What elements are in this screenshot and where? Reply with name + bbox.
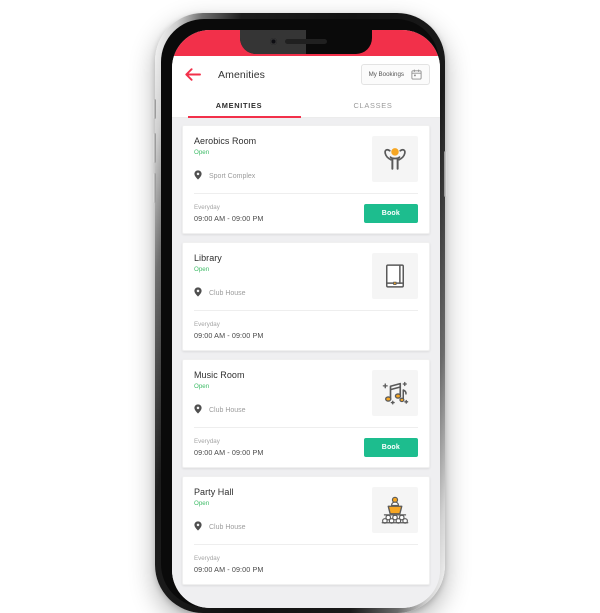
volume-down-button[interactable] — [153, 173, 156, 203]
amenity-status-badge: Open — [194, 500, 210, 507]
amenity-schedule-day: Everyday — [194, 203, 220, 211]
amenity-card[interactable]: Music Room Open Club House Everyday 09:00 AM… — [182, 359, 430, 468]
amenity-card-info: Music Room Open Club House — [194, 370, 372, 419]
phone-device-frame: Amenities My Bookings AMENITIES CLASSES … — [153, 13, 447, 613]
amenity-schedule-time: 09:00 AM - 09:00 PM — [194, 213, 264, 223]
amenity-location-label: Club House — [209, 406, 246, 414]
book-icon — [386, 264, 404, 288]
app-bar: Amenities My Bookings — [172, 56, 440, 93]
tab-amenities[interactable]: AMENITIES — [172, 93, 306, 118]
tab-active-indicator — [188, 116, 301, 118]
amenity-card[interactable]: Party Hall Open Club House Everyday 09:00 AM… — [182, 476, 430, 585]
amenity-card-footer: Everyday 09:00 AM - 09:00 PM — [183, 545, 429, 584]
amenity-card-footer: Everyday 09:00 AM - 09:00 PM Book — [183, 428, 429, 467]
map-pin-icon-wrap — [194, 518, 202, 536]
aerobics-figure-icon — [384, 148, 406, 170]
tab-amenities-label: AMENITIES — [215, 101, 263, 110]
amenity-schedule-day: Everyday — [194, 437, 220, 445]
amenity-card-header: Party Hall Open Club House — [183, 477, 429, 544]
amenity-card[interactable]: Library Open Club House Everyday 09:00 AM - … — [182, 242, 430, 351]
map-pin-icon — [194, 404, 202, 414]
amenity-schedule-time: 09:00 AM - 09:00 PM — [194, 447, 264, 457]
amenity-location: Club House — [194, 284, 372, 302]
amenity-card-header: Music Room Open Club House — [183, 360, 429, 427]
power-button[interactable] — [444, 151, 447, 197]
calendar-icon — [411, 69, 422, 80]
amenity-schedule: Everyday 09:00 AM - 09:00 PM — [194, 204, 364, 223]
arrow-left-icon — [185, 68, 201, 81]
page-title: Amenities — [218, 68, 266, 81]
amenity-schedule-time: 09:00 AM - 09:00 PM — [194, 330, 264, 340]
amenity-card-info: Party Hall Open Club House — [194, 487, 372, 536]
phone-screen: Amenities My Bookings AMENITIES CLASSES … — [172, 30, 440, 608]
amenity-card-footer: Everyday 09:00 AM - 09:00 PM Book — [183, 194, 429, 233]
tab-classes-label: CLASSES — [353, 101, 393, 110]
map-pin-icon-wrap — [194, 284, 202, 302]
book-button[interactable]: Book — [363, 203, 418, 223]
music-notes-icon — [382, 381, 409, 405]
amenity-title: Party Hall — [194, 487, 234, 497]
amenity-location: Sport Complex — [194, 167, 372, 185]
status-bar — [172, 30, 440, 56]
tab-bar: AMENITIES CLASSES — [172, 93, 440, 118]
amenity-status-badge: Open — [194, 383, 210, 390]
amenity-schedule-day: Everyday — [194, 320, 220, 328]
amenity-thumbnail — [372, 487, 418, 533]
my-bookings-label: My Bookings — [368, 71, 404, 78]
screenshot-canvas: Amenities My Bookings AMENITIES CLASSES … — [0, 0, 600, 613]
tab-classes[interactable]: CLASSES — [306, 93, 440, 118]
amenity-thumbnail — [372, 136, 418, 182]
map-pin-icon-wrap — [194, 167, 202, 185]
book-button[interactable]: Book — [363, 437, 418, 457]
amenity-schedule: Everyday 09:00 AM - 09:00 PM — [194, 321, 418, 340]
amenity-location-label: Club House — [209, 523, 246, 531]
volume-up-button[interactable] — [153, 133, 156, 163]
amenity-schedule: Everyday 09:00 AM - 09:00 PM — [194, 438, 364, 457]
amenity-list[interactable]: Aerobics Room Open Sport Complex Everyday 09… — [172, 118, 440, 608]
amenity-status-badge: Open — [194, 266, 210, 273]
amenity-location: Club House — [194, 401, 372, 419]
map-pin-icon-wrap — [194, 401, 202, 419]
amenity-thumbnail — [372, 370, 418, 416]
amenity-schedule-time: 09:00 AM - 09:00 PM — [194, 564, 264, 574]
amenity-location-label: Sport Complex — [209, 172, 256, 180]
amenity-schedule-day: Everyday — [194, 554, 220, 562]
amenity-thumbnail — [372, 253, 418, 299]
amenity-title: Library — [194, 253, 222, 263]
podium-audience-icon — [381, 496, 409, 524]
amenity-location: Club House — [194, 518, 372, 536]
silent-switch[interactable] — [153, 99, 156, 119]
map-pin-icon — [194, 170, 202, 180]
amenity-status-badge: Open — [194, 149, 210, 156]
amenity-title: Music Room — [194, 370, 245, 380]
amenity-schedule: Everyday 09:00 AM - 09:00 PM — [194, 555, 418, 574]
amenity-card-header: Library Open Club House — [183, 243, 429, 310]
my-bookings-button[interactable]: My Bookings — [360, 64, 430, 85]
amenity-card-info: Aerobics Room Open Sport Complex — [194, 136, 372, 185]
amenity-card[interactable]: Aerobics Room Open Sport Complex Everyday 09… — [182, 125, 430, 234]
amenity-card-info: Library Open Club House — [194, 253, 372, 302]
front-camera-icon — [270, 38, 277, 45]
map-pin-icon — [194, 287, 202, 297]
display-notch — [240, 30, 372, 54]
earpiece-speaker-icon — [285, 39, 327, 44]
map-pin-icon — [194, 521, 202, 531]
amenity-location-label: Club House — [209, 289, 246, 297]
phone-bezel: Amenities My Bookings AMENITIES CLASSES … — [161, 19, 440, 608]
amenity-title: Aerobics Room — [194, 136, 257, 146]
back-button[interactable] — [182, 64, 204, 86]
amenity-card-footer: Everyday 09:00 AM - 09:00 PM — [183, 311, 429, 350]
amenity-card-header: Aerobics Room Open Sport Complex — [183, 126, 429, 193]
